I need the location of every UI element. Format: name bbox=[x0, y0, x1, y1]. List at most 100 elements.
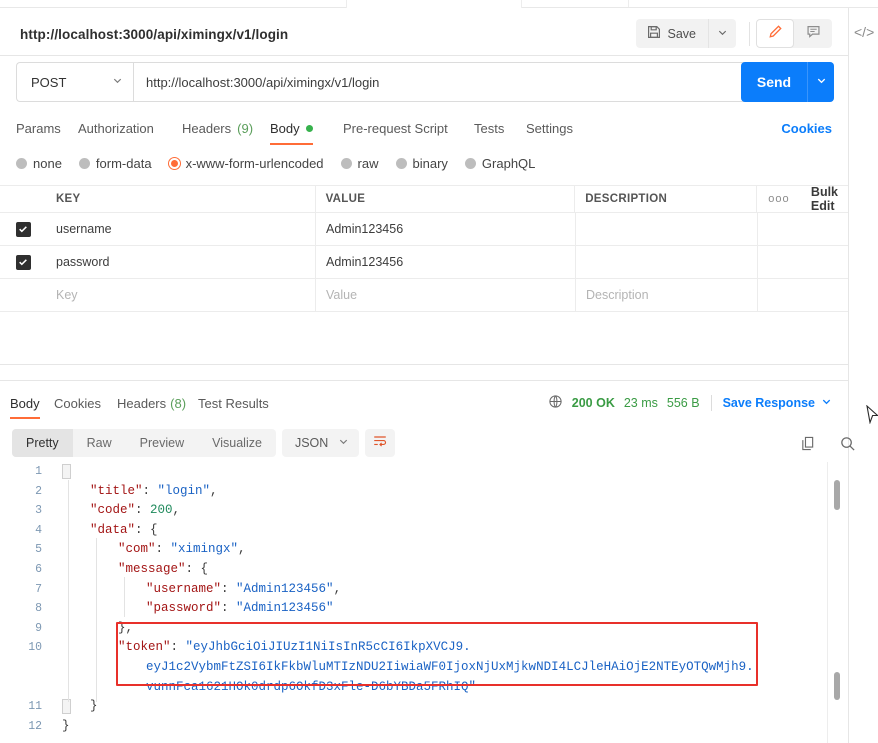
bulk-edit-button[interactable]: Bulk Edit bbox=[801, 185, 848, 213]
row-value-value: Admin123456 bbox=[326, 222, 404, 236]
code-text: eyJ1c2VybmFtZSI6IkFkbWluMTIzNDU2IiwiaWF0… bbox=[146, 658, 754, 678]
code-line: 12} bbox=[0, 717, 848, 737]
copy-icon[interactable] bbox=[800, 435, 817, 452]
pane-divider[interactable] bbox=[0, 380, 848, 381]
tab-body[interactable]: Body bbox=[270, 112, 313, 145]
radio-dot-icon bbox=[78, 157, 90, 169]
word-wrap-button[interactable] bbox=[365, 429, 396, 457]
code-token: : bbox=[135, 503, 151, 518]
row-spacer-2 bbox=[802, 246, 848, 278]
tab-label: Headers bbox=[182, 121, 232, 136]
radio-dot-icon bbox=[464, 157, 476, 169]
code-token: : bbox=[221, 601, 237, 616]
code-token: , bbox=[172, 503, 181, 518]
row-key-value: password bbox=[56, 255, 110, 269]
tab-headers[interactable]: Headers (9) bbox=[182, 112, 253, 145]
code-line: 11} bbox=[0, 697, 848, 717]
save-button[interactable]: Save bbox=[636, 19, 709, 48]
view-mode-raw[interactable]: Raw bbox=[73, 429, 126, 457]
row-description-input[interactable] bbox=[576, 213, 758, 245]
url-input[interactable]: http://localhost:3000/api/ximingx/v1/log… bbox=[133, 62, 834, 102]
radio-form-data[interactable]: form-data bbox=[78, 155, 152, 171]
row-value-input[interactable]: Admin123456 bbox=[316, 246, 576, 278]
code-line: 2 "title": "login", bbox=[0, 482, 848, 502]
scrollbar-thumb[interactable] bbox=[834, 480, 840, 510]
radio-dot-icon bbox=[168, 157, 180, 169]
cookies-link[interactable]: Cookies bbox=[781, 112, 832, 145]
meta-divider bbox=[710, 395, 712, 411]
chevron-down-icon bbox=[338, 436, 349, 450]
http-method-select[interactable]: POST bbox=[16, 62, 133, 102]
send-group: Send bbox=[741, 62, 834, 102]
tab-settings[interactable]: Settings bbox=[526, 112, 573, 145]
code-token: "token" bbox=[118, 640, 171, 655]
save-dropdown-button[interactable] bbox=[708, 19, 736, 48]
code-token: "data" bbox=[90, 522, 136, 537]
code-scrollbar[interactable] bbox=[832, 462, 842, 743]
code-text: "com": "ximingx", bbox=[118, 540, 246, 560]
tab-params[interactable]: Params bbox=[16, 112, 61, 145]
tab-authorization[interactable]: Authorization bbox=[78, 112, 154, 145]
tab-underline bbox=[270, 143, 313, 145]
code-text: "title": "login", bbox=[90, 482, 218, 502]
row-checkbox[interactable] bbox=[15, 221, 31, 237]
header-description: DESCRIPTION bbox=[575, 186, 757, 212]
edit-mode-button[interactable] bbox=[756, 19, 794, 48]
table-options-icon[interactable]: ooo bbox=[757, 186, 801, 212]
send-button[interactable]: Send bbox=[741, 62, 807, 102]
response-tab-headers[interactable]: Headers (8) bbox=[117, 387, 186, 419]
fold-marker-close[interactable] bbox=[62, 699, 71, 714]
fold-marker-open[interactable] bbox=[62, 464, 71, 479]
save-group: Save bbox=[635, 19, 736, 48]
code-text: "username": "Admin123456", bbox=[146, 580, 341, 600]
search-icon[interactable] bbox=[839, 435, 856, 452]
row-checkbox[interactable] bbox=[15, 254, 31, 270]
response-tab-test-results[interactable]: Test Results bbox=[198, 387, 269, 419]
code-token: vunnFca1621HOk0drdp6OkfD3xFle-D6bYBDa5FR… bbox=[146, 679, 477, 694]
table-row-empty: Key Value Description bbox=[0, 279, 848, 312]
row-checkbox-cell bbox=[0, 246, 46, 278]
row-description-input[interactable] bbox=[576, 246, 758, 278]
code-token: : { bbox=[185, 561, 209, 576]
new-row-key-input[interactable]: Key bbox=[46, 279, 316, 311]
radio-dot-icon bbox=[340, 157, 352, 169]
tab-label: Body bbox=[270, 121, 300, 136]
line-number: 6 bbox=[35, 562, 42, 576]
radio-raw[interactable]: raw bbox=[340, 156, 379, 171]
radio-label: form-data bbox=[95, 155, 152, 171]
response-tab-body[interactable]: Body bbox=[10, 387, 40, 419]
view-mode-visualize[interactable]: Visualize bbox=[198, 429, 276, 457]
radio-binary[interactable]: binary bbox=[395, 156, 448, 171]
code-token: "Admin123456" bbox=[236, 601, 334, 616]
indent-guide bbox=[124, 577, 125, 617]
comment-button[interactable] bbox=[794, 19, 832, 48]
radio-label: x-www-form-urlencoded bbox=[185, 155, 324, 171]
response-headers-count: (8) bbox=[170, 395, 187, 411]
view-mode-pretty[interactable]: Pretty bbox=[12, 429, 73, 457]
word-wrap-icon bbox=[372, 433, 388, 454]
view-mode-preview[interactable]: Preview bbox=[126, 429, 198, 457]
save-response-button[interactable]: Save Response bbox=[723, 396, 832, 410]
scrollbar-thumb-secondary[interactable] bbox=[834, 672, 840, 700]
radio-none[interactable]: none bbox=[16, 156, 62, 171]
response-tab-cookies[interactable]: Cookies bbox=[54, 387, 101, 419]
code-token: "username" bbox=[146, 581, 222, 596]
row-key-input[interactable]: password bbox=[46, 246, 316, 278]
response-format-select[interactable]: JSON bbox=[281, 429, 360, 457]
tab-tests[interactable]: Tests bbox=[474, 112, 504, 145]
code-line: 10 "token": "eyJhbGciOiJIUzI1NiIsInR5cCI6… bbox=[0, 638, 848, 658]
row-value-input[interactable]: Admin123456 bbox=[316, 213, 576, 245]
response-body-code[interactable]: 1{2 "title": "login", 3 "code": 200, 4 "data"… bbox=[0, 462, 848, 743]
send-dropdown-button[interactable] bbox=[807, 62, 834, 102]
new-row-value-input[interactable]: Value bbox=[316, 279, 576, 311]
new-row-description-input[interactable]: Description bbox=[576, 279, 758, 311]
code-text: }, bbox=[118, 619, 133, 639]
radio-x-www-form-urlencoded[interactable]: x-www-form-urlencoded bbox=[168, 155, 324, 171]
params-table: KEY VALUE DESCRIPTION ooo Bulk Edit user… bbox=[0, 185, 848, 365]
code-token: : bbox=[155, 542, 171, 557]
radio-graphql[interactable]: GraphQL bbox=[464, 156, 535, 171]
row-key-input[interactable]: username bbox=[46, 213, 316, 245]
code-icon[interactable]: </> bbox=[854, 24, 874, 40]
tab-pre-request-script[interactable]: Pre-request Script bbox=[343, 112, 448, 145]
code-token: }, bbox=[118, 620, 134, 635]
